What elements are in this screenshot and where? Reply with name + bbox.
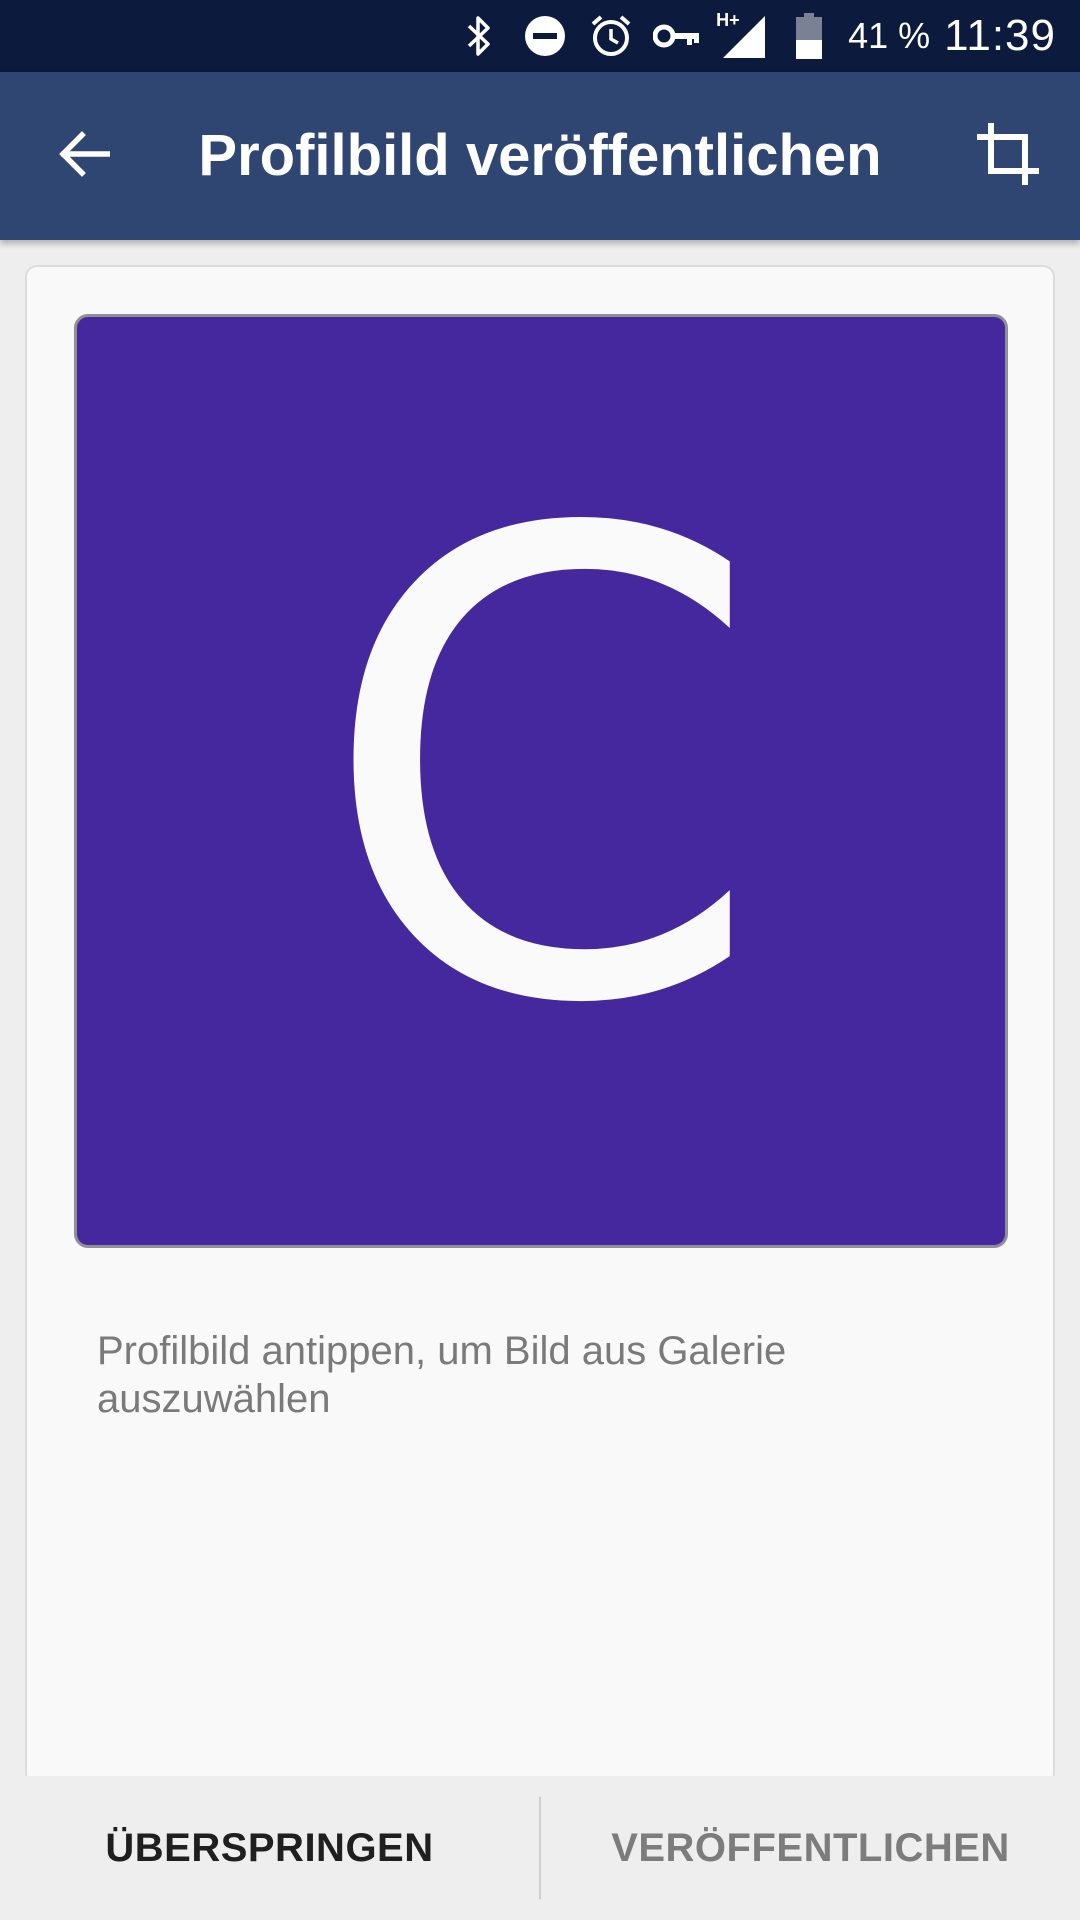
avatar-initial: C: [317, 398, 765, 1143]
battery-percent: 41 %: [848, 15, 931, 56]
profile-hint-text: Profilbild antippen, um Bild aus Galerie…: [97, 1329, 787, 1421]
crop-button[interactable]: [964, 112, 1052, 200]
profile-card: C Profilbild antippen, um Bild aus Galer…: [25, 265, 1055, 1785]
signal-icon: H+: [710, 0, 776, 72]
publish-button[interactable]: VERÖFFENTLICHEN: [541, 1776, 1080, 1920]
do-not-disturb-icon: [512, 0, 578, 72]
status-clock: 11:39: [944, 11, 1056, 60]
bluetooth-icon: [446, 0, 512, 72]
crop-icon: [975, 121, 1041, 192]
page-title: Profilbild veröffentlichen: [198, 123, 882, 188]
status-bar: H+ 41 % 11:39: [0, 0, 1080, 72]
alarm-icon: [578, 0, 644, 72]
app-bar: Profilbild veröffentlichen: [0, 72, 1080, 240]
skip-button[interactable]: ÜBERSPRINGEN: [0, 1776, 539, 1920]
network-type-label: H+: [716, 10, 740, 30]
vpn-key-icon: [644, 0, 710, 72]
battery-icon: [776, 0, 842, 72]
bottom-action-bar: ÜBERSPRINGEN VERÖFFENTLICHEN: [0, 1776, 1080, 1920]
profile-picture[interactable]: C: [74, 314, 1008, 1248]
